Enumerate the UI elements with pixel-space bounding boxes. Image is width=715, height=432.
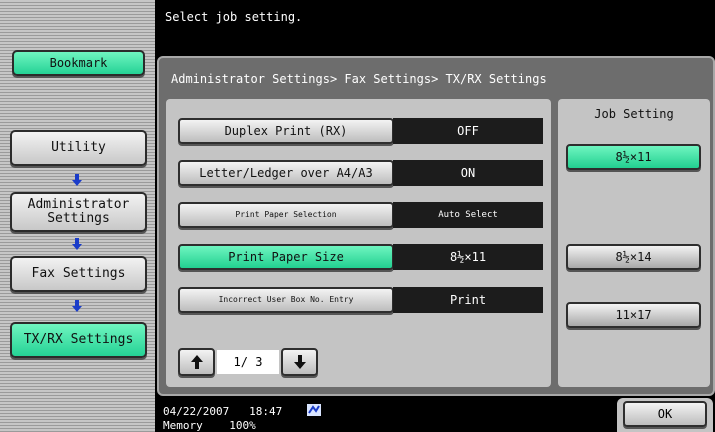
setting-print-paper-selection-value: Auto Select [393, 202, 543, 228]
up-arrow-icon [190, 355, 203, 369]
setting-incorrect-user-box-button[interactable]: Incorrect User Box No. Entry [178, 287, 394, 313]
page-up-button[interactable] [178, 348, 215, 376]
setting-print-paper-size-button[interactable]: Print Paper Size [178, 244, 394, 270]
page-down-button[interactable] [281, 348, 318, 376]
settings-list-panel: Duplex Print (RX) OFF Letter/Ledger over… [166, 99, 551, 387]
setting-print-paper-size-value: 8½×11 [393, 244, 543, 270]
date-text: 04/22/2007 [163, 405, 230, 418]
nav-fax-settings-button[interactable]: Fax Settings [10, 256, 147, 292]
ok-button[interactable]: OK [623, 401, 707, 427]
nav-utility-button[interactable]: Utility [10, 130, 147, 166]
datetime-readout: 04/22/2007 18:47 [163, 406, 282, 417]
pager: 1/ 3 [178, 347, 318, 377]
down-arrow-icon [293, 355, 306, 369]
job-option-8-5x11-button[interactable]: 8½×11 [566, 144, 701, 170]
down-arrow-icon [72, 300, 82, 312]
network-icon [307, 404, 321, 416]
memory-readout: Memory 100% [163, 420, 256, 431]
setting-duplex-print-value: OFF [393, 118, 543, 144]
ok-area: OK [617, 398, 713, 432]
settings-window: Administrator Settings> Fax Settings> TX… [157, 56, 715, 396]
page-indicator: 1/ 3 [217, 350, 279, 374]
job-option-8-5x14-button[interactable]: 8½×14 [566, 244, 701, 270]
memory-value: 100% [229, 419, 256, 432]
time-text: 18:47 [249, 405, 283, 418]
nav-administrator-settings-button[interactable]: Administrator Settings [10, 192, 147, 232]
breadcrumb: Administrator Settings> Fax Settings> TX… [171, 72, 547, 86]
setting-letter-ledger-value: ON [393, 160, 543, 186]
job-setting-panel: Job Setting 8½×11 8½×14 11×17 [558, 99, 710, 387]
instruction-message: Select job setting. [165, 10, 303, 24]
memory-label: Memory [163, 419, 203, 432]
bookmark-button[interactable]: Bookmark [12, 50, 145, 76]
nav-txrx-settings-button[interactable]: TX/RX Settings [10, 322, 147, 358]
setting-print-paper-selection-button[interactable]: Print Paper Selection [178, 202, 394, 228]
job-setting-title: Job Setting [594, 107, 674, 121]
down-arrow-icon [72, 174, 82, 186]
setting-letter-ledger-button[interactable]: Letter/Ledger over A4/A3 [178, 160, 394, 186]
setting-incorrect-user-box-value: Print [393, 287, 543, 313]
status-footer: 04/22/2007 18:47 Memory 100% OK [157, 398, 715, 432]
left-nav-panel: Bookmark Utility Administrator Settings … [0, 0, 155, 432]
down-arrow-icon [72, 238, 82, 250]
job-option-11x17-button[interactable]: 11×17 [566, 302, 701, 328]
setting-duplex-print-button[interactable]: Duplex Print (RX) [178, 118, 394, 144]
